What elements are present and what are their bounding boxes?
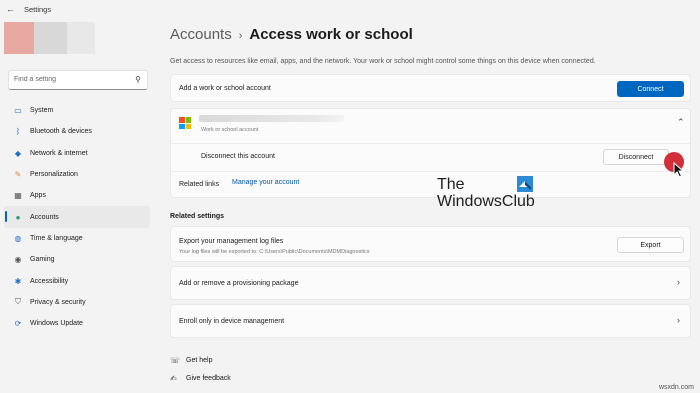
sidebar-item-accessibility[interactable]: ✱ Accessibility [4, 270, 150, 291]
sidebar-item-label: Apps [30, 192, 46, 200]
watermark-line2: WindowsClub [437, 193, 535, 210]
sidebar-item-network-internet[interactable]: ◆ Network & internet [4, 143, 150, 164]
breadcrumb: Accounts › Access work or school [170, 26, 413, 43]
sidebar-item-privacy-security[interactable]: ⛉ Privacy & security [4, 292, 150, 313]
export-button[interactable]: Export [617, 237, 684, 253]
update-icon: ⟳ [14, 319, 22, 329]
get-help-label: Get help [186, 357, 213, 364]
sidebar-item-accounts[interactable]: ● Accounts [4, 206, 150, 228]
sidebar-item-personalization[interactable]: ✎ Personalization [4, 164, 150, 185]
chevron-up-icon[interactable]: ⌃ [677, 117, 685, 128]
sidebar-item-label: Time & language [30, 234, 83, 242]
enroll-device-management-row[interactable]: Enroll only in device management › [170, 304, 691, 338]
provisioning-package-label: Add or remove a provisioning package [179, 280, 299, 287]
enroll-device-management-label: Enroll only in device management [179, 318, 285, 325]
disconnect-label: Disconnect this account [201, 153, 275, 160]
export-logs-card: Export your management log files Your lo… [170, 226, 691, 262]
connect-button[interactable]: Connect [617, 81, 684, 97]
site-watermark: wsxdn.com [658, 384, 694, 391]
search-icon: ⚲ [135, 75, 141, 84]
sidebar-item-label: Bluetooth & devices [30, 128, 92, 136]
page-description: Get access to resources like email, apps… [170, 58, 596, 65]
wifi-icon: ◆ [14, 148, 22, 158]
watermark-logo: The WindowsClub [437, 176, 547, 216]
window-title: Settings [24, 5, 52, 14]
mouse-pointer-icon [673, 162, 685, 178]
sidebar-item-label: Accessibility [30, 277, 69, 285]
provisioning-package-row[interactable]: Add or remove a provisioning package › [170, 266, 691, 300]
sidebar-item-apps[interactable]: ▦ Apps [4, 185, 150, 206]
sidebar-item-gaming[interactable]: ◉ Gaming [4, 249, 150, 270]
add-account-card: Add a work or school account Connect [170, 74, 691, 102]
give-feedback-label: Give feedback [186, 375, 231, 382]
divider [171, 171, 690, 172]
controller-icon: ◉ [14, 255, 22, 265]
divider [171, 143, 690, 144]
title-bar: ← Settings [0, 0, 700, 20]
back-arrow-icon[interactable]: ← [6, 4, 15, 14]
sidebar-item-bluetooth-devices[interactable]: ᛒ Bluetooth & devices [4, 121, 150, 142]
bluetooth-icon: ᛒ [15, 127, 21, 137]
page-title: Access work or school [249, 26, 413, 43]
chevron-right-icon: › [677, 277, 680, 287]
watermark-line1: The [437, 176, 465, 193]
monitor-icon: ▭ [14, 106, 22, 116]
avatar-block [4, 22, 34, 54]
user-profile-avatar[interactable] [4, 22, 95, 54]
sidebar-item-label: Accounts [30, 213, 59, 221]
export-logs-label: Export your management log files [179, 238, 284, 245]
related-settings-title: Related settings [170, 213, 225, 220]
sidebar-item-label: Windows Update [30, 320, 83, 328]
sidebar-item-label: Network & internet [30, 149, 88, 157]
disconnect-button[interactable]: Disconnect [603, 149, 669, 165]
sidebar-item-label: Personalization [30, 171, 78, 179]
sidebar-item-system[interactable]: ▭ System [4, 100, 150, 121]
add-account-label: Add a work or school account [179, 85, 271, 92]
apps-icon: ▦ [14, 191, 22, 201]
feedback-icon: ✍ [170, 374, 177, 383]
manage-account-link[interactable]: Manage your account [232, 179, 299, 186]
profile-name-block [34, 22, 67, 54]
export-logs-path: Your log files will be exported to: C:\U… [179, 249, 370, 255]
chevron-right-icon: › [677, 315, 680, 325]
sidebar-item-label: System [30, 107, 54, 115]
sidebar-item-label: Privacy & security [30, 298, 86, 306]
account-card: Work or school account ⌃ Disconnect this… [170, 108, 691, 198]
give-feedback-link[interactable]: ✍ Give feedback [170, 374, 231, 383]
get-help-link[interactable]: ☏ Get help [170, 356, 212, 365]
shield-icon: ⛉ [15, 297, 21, 307]
account-email-redacted [199, 115, 344, 122]
globe-icon: ◍ [14, 233, 22, 243]
sidebar-item-time-language[interactable]: ◍ Time & language [4, 228, 150, 249]
find-setting-search[interactable]: ⚲ [8, 70, 148, 90]
search-input[interactable] [14, 76, 129, 83]
account-subtitle: Work or school account [201, 127, 259, 133]
brush-icon: ✎ [14, 170, 22, 180]
related-links-label: Related links [179, 181, 220, 188]
microsoft-logo-icon [179, 117, 191, 129]
accessibility-icon: ✱ [14, 276, 22, 286]
chevron-right-icon: › [238, 30, 243, 42]
windows-logo-icon [517, 176, 533, 192]
person-icon: ● [15, 212, 21, 222]
sidebar-item-label: Gaming [30, 256, 55, 264]
profile-email-block [67, 22, 95, 54]
breadcrumb-parent[interactable]: Accounts [170, 26, 232, 43]
help-icon: ☏ [170, 356, 181, 365]
sidebar-nav: ▭ System ᛒ Bluetooth & devices ◆ Network & in… [4, 100, 150, 334]
sidebar-item-windows-update[interactable]: ⟳ Windows Update [4, 313, 150, 334]
